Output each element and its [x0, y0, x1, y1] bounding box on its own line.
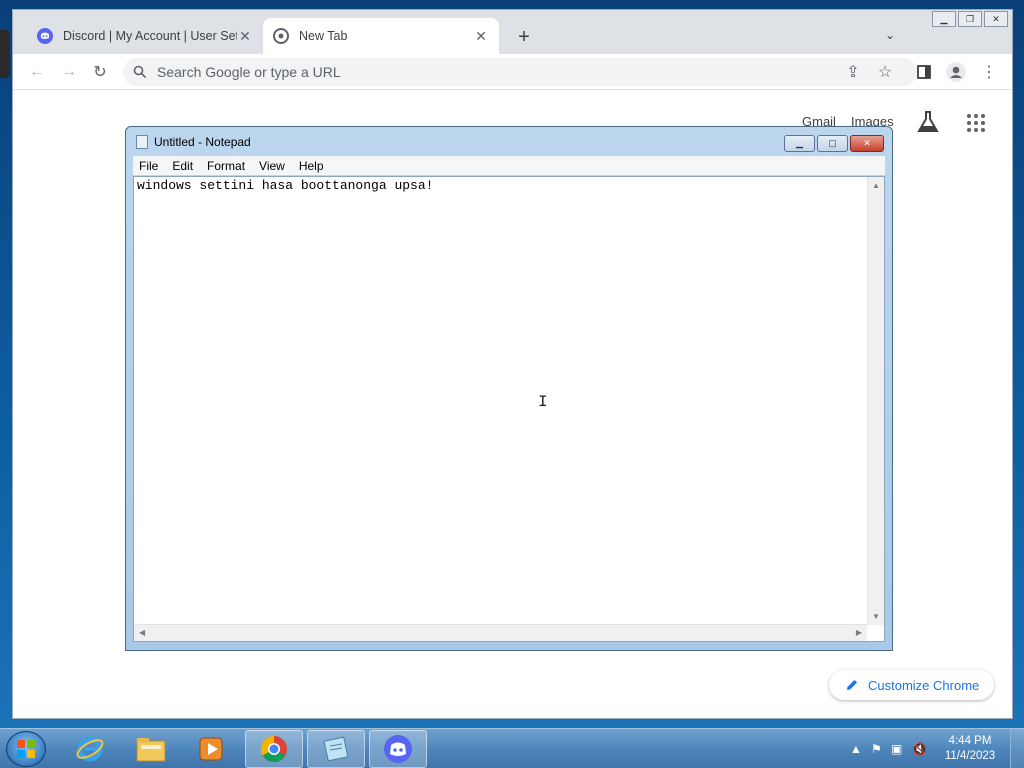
minimize-button[interactable]: ▁: [932, 11, 956, 27]
menu-file[interactable]: File: [139, 159, 158, 173]
close-icon[interactable]: ✕: [237, 28, 253, 44]
notepad-icon: [136, 135, 148, 149]
desktop-edge: [0, 30, 10, 78]
chrome-icon: [273, 28, 289, 44]
file-explorer-icon: [136, 738, 166, 762]
pencil-icon: [847, 680, 857, 690]
taskbar-notepad[interactable]: [307, 730, 365, 768]
tab-strip: Discord | My Account | User Settings ✕ N…: [13, 10, 1012, 54]
side-panel-icon[interactable]: [912, 60, 936, 84]
text-editor[interactable]: windows settini hasa boottanonga upsa! I…: [133, 176, 885, 642]
clock-date: 11/4/2023: [944, 750, 996, 762]
back-arrow-icon[interactable]: ←: [25, 60, 49, 84]
apps-grid-icon[interactable]: [966, 113, 986, 138]
reload-icon[interactable]: ↻: [88, 60, 112, 84]
tab-title: Discord | My Account | User Settings: [63, 29, 237, 43]
menu-help[interactable]: Help: [299, 159, 324, 173]
network-icon[interactable]: ▣: [891, 742, 902, 756]
internet-explorer-icon: [76, 736, 104, 762]
text-cursor-icon: I: [538, 393, 548, 411]
scroll-up-icon[interactable]: ▲: [872, 181, 880, 190]
windows-logo-icon: [17, 740, 35, 758]
vertical-scrollbar[interactable]: ▲ ▼: [867, 177, 884, 625]
volume-muted-icon[interactable]: 🔇: [912, 742, 927, 756]
tab-discord[interactable]: Discord | My Account | User Settings ✕: [27, 18, 263, 54]
share-icon[interactable]: ⇪: [841, 60, 865, 84]
taskbar-internet-explorer[interactable]: [61, 730, 119, 768]
start-button[interactable]: [6, 731, 46, 767]
taskbar: ▲ ⚑ ▣ 🔇 4:44 PM 11/4/2023: [0, 728, 1024, 768]
horizontal-scrollbar[interactable]: ◀ ▶: [134, 624, 867, 641]
new-tab-button[interactable]: +: [513, 26, 535, 48]
restore-button[interactable]: ❐: [958, 11, 982, 27]
profile-avatar-icon[interactable]: [944, 60, 968, 84]
labs-flask-icon[interactable]: [917, 110, 939, 139]
menu-format[interactable]: Format: [207, 159, 245, 173]
minimize-button[interactable]: ▁: [784, 135, 815, 152]
taskbar-file-explorer[interactable]: [122, 730, 180, 768]
close-button[interactable]: ✕: [984, 11, 1008, 27]
bookmark-star-icon[interactable]: ☆: [873, 60, 897, 84]
scroll-right-icon[interactable]: ▶: [856, 628, 862, 637]
forward-arrow-icon[interactable]: →: [57, 60, 81, 84]
clock[interactable]: 4:44 PM 11/4/2023: [940, 734, 1000, 764]
taskbar-discord[interactable]: [369, 730, 427, 768]
scroll-left-icon[interactable]: ◀: [139, 628, 145, 637]
chrome-icon: [260, 735, 287, 763]
window-controls: ▁ ▢ ✕: [784, 135, 884, 152]
discord-icon: [384, 735, 412, 763]
menu-bar: File Edit Format View Help: [133, 156, 885, 175]
system-tray: ▲ ⚑ ▣ 🔇 4:44 PM 11/4/2023: [834, 729, 1024, 768]
window-controls: ▁ ❐ ✕: [932, 11, 1008, 27]
close-icon[interactable]: ✕: [473, 28, 489, 44]
tab-title: New Tab: [299, 29, 348, 43]
show-hidden-icons-icon[interactable]: ▲: [850, 742, 862, 756]
clock-time: 4:44 PM: [948, 735, 992, 747]
omnibox[interactable]: [123, 58, 917, 86]
scroll-down-icon[interactable]: ▼: [872, 612, 880, 621]
close-button[interactable]: ✕: [850, 135, 884, 152]
menu-kebab-icon[interactable]: ⋮: [977, 60, 1001, 84]
notepad-titlebar[interactable]: Untitled - Notepad: [136, 135, 251, 149]
search-icon: [133, 65, 147, 79]
menu-edit[interactable]: Edit: [172, 159, 193, 173]
discord-icon: [37, 28, 53, 44]
taskbar-chrome[interactable]: [245, 730, 303, 768]
tab-new-tab[interactable]: New Tab ✕: [263, 18, 499, 54]
browser-toolbar: ← → ↻ ⇪ ☆ ⋮: [13, 54, 1012, 90]
customize-chrome-button[interactable]: Customize Chrome: [829, 670, 994, 700]
taskbar-media-player[interactable]: [182, 730, 240, 768]
chevron-down-icon[interactable]: ⌄: [885, 28, 901, 44]
maximize-button[interactable]: ▢: [817, 135, 848, 152]
action-center-flag-icon[interactable]: ⚑: [871, 742, 882, 756]
notepad-window: Untitled - Notepad ▁ ▢ ✕ File Edit Forma…: [125, 126, 893, 651]
customize-label: Customize Chrome: [868, 677, 980, 693]
window-title: Untitled - Notepad: [154, 135, 251, 149]
menu-view[interactable]: View: [259, 159, 285, 173]
editor-content: windows settini hasa boottanonga upsa!: [137, 178, 434, 193]
address-input[interactable]: [157, 64, 757, 80]
notepad-icon: [323, 736, 349, 762]
show-desktop-button[interactable]: [1010, 729, 1024, 768]
media-player-icon: [199, 737, 223, 761]
